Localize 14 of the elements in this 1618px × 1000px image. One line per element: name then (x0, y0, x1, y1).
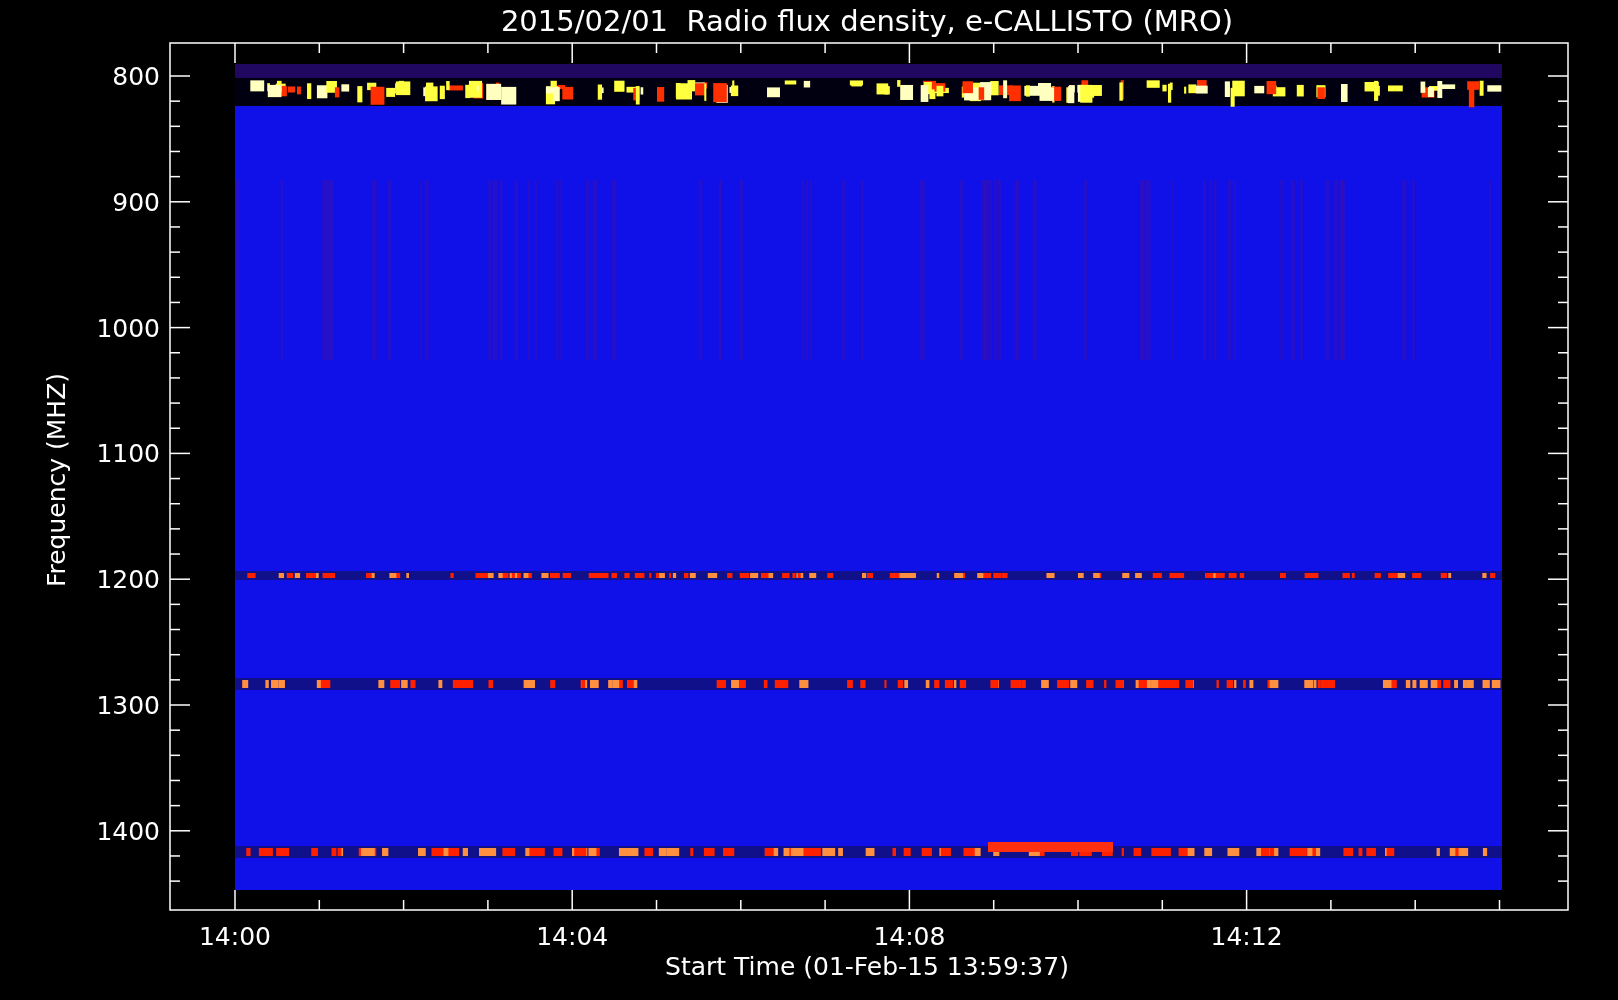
x-tick-label: 14:12 (1210, 922, 1283, 951)
x-axis-label: Start Time (01-Feb-15 13:59:37) (665, 952, 1069, 981)
x-tick-label: 14:00 (199, 922, 271, 951)
chart-title: 2015/02/01 Radio flux density, e-CALLISTO (MRO) (500, 4, 1234, 38)
y-tick-label: 1200 (96, 565, 160, 595)
y-axis-label: Frequency (MHZ) (42, 372, 71, 588)
y-tick-label: 1100 (96, 439, 160, 469)
y-tick-label: 1000 (96, 313, 160, 343)
x-tick-label: 14:04 (536, 922, 609, 951)
y-tick-label: 1400 (96, 816, 160, 846)
y-tick-label: 900 (112, 187, 160, 217)
y-tick-label: 800 (112, 62, 160, 91)
x-tick-label: 14:08 (873, 922, 946, 951)
y-tick-label: 1300 (96, 691, 160, 720)
